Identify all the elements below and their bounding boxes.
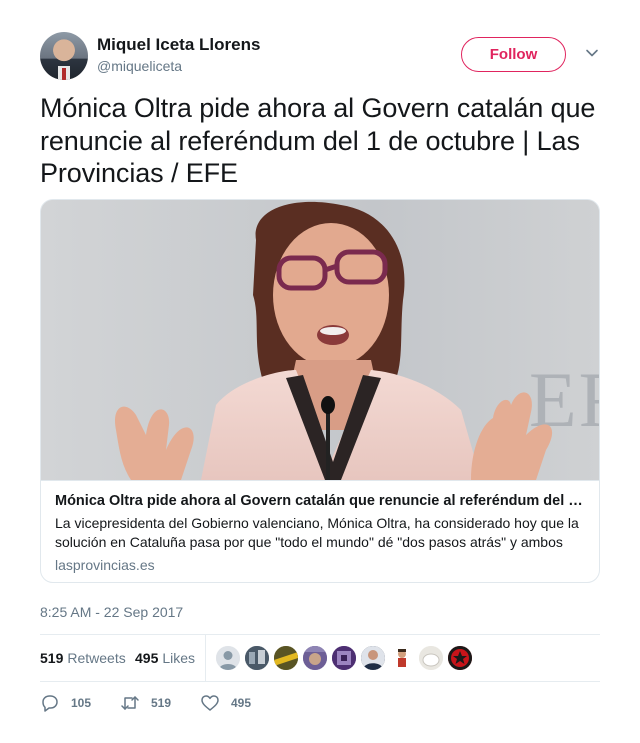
retweet-count: 519: [151, 696, 172, 710]
card-body: Mónica Oltra pide ahora al Govern catalá…: [41, 480, 599, 582]
author-handle[interactable]: @miqueliceta: [97, 58, 182, 74]
like-count: 495: [231, 696, 252, 710]
reply-button[interactable]: 105: [40, 693, 91, 713]
reply-count: 105: [71, 696, 92, 710]
avatar[interactable]: [40, 32, 88, 80]
avatar[interactable]: [303, 646, 327, 670]
tweet-actions: 105 519 495: [40, 693, 600, 715]
likes-label: Likes: [162, 650, 196, 666]
like-button[interactable]: 495: [200, 693, 251, 713]
avatar[interactable]: [448, 646, 472, 670]
reply-icon: [42, 695, 58, 712]
retweet-button[interactable]: 519: [120, 693, 171, 713]
avatar[interactable]: [274, 646, 298, 670]
avatar[interactable]: [361, 646, 385, 670]
avatar[interactable]: [390, 646, 414, 670]
card-description: La vicepresidenta del Gobierno valencian…: [55, 515, 579, 550]
card-domain[interactable]: lasprovincias.es: [55, 557, 585, 573]
timestamp[interactable]: 8:25 AM - 22 Sep 2017: [40, 604, 183, 620]
author-name[interactable]: Miquel Iceta Llorens: [97, 35, 260, 55]
stats-divider: [205, 635, 206, 682]
card-image: ERA: [41, 200, 599, 480]
chevron-down-icon[interactable]: [585, 46, 599, 60]
tweet-stats: 519 Retweets 495 Likes: [40, 634, 600, 682]
heart-icon: [201, 695, 219, 711]
avatar[interactable]: [245, 646, 269, 670]
avatar[interactable]: [419, 646, 443, 670]
retweet-icon: [121, 696, 139, 710]
retweets-label: Retweets: [67, 650, 126, 666]
retweets-stat[interactable]: 519 Retweets: [40, 650, 126, 666]
link-card[interactable]: ERA Mónica Oltra p: [40, 199, 600, 583]
avatar[interactable]: [332, 646, 356, 670]
likes-count: 495: [135, 650, 159, 666]
follow-button[interactable]: Follow: [461, 37, 566, 72]
avatar[interactable]: [216, 646, 240, 670]
card-title[interactable]: Mónica Oltra pide ahora al Govern catalá…: [55, 491, 587, 511]
tweet-text: Mónica Oltra pide ahora al Govern catalá…: [40, 93, 596, 188]
likes-stat[interactable]: 495 Likes: [135, 650, 195, 666]
tweet-header: Miquel Iceta Llorens @miqueliceta Follow: [40, 32, 600, 82]
retweets-count: 519: [40, 650, 64, 666]
